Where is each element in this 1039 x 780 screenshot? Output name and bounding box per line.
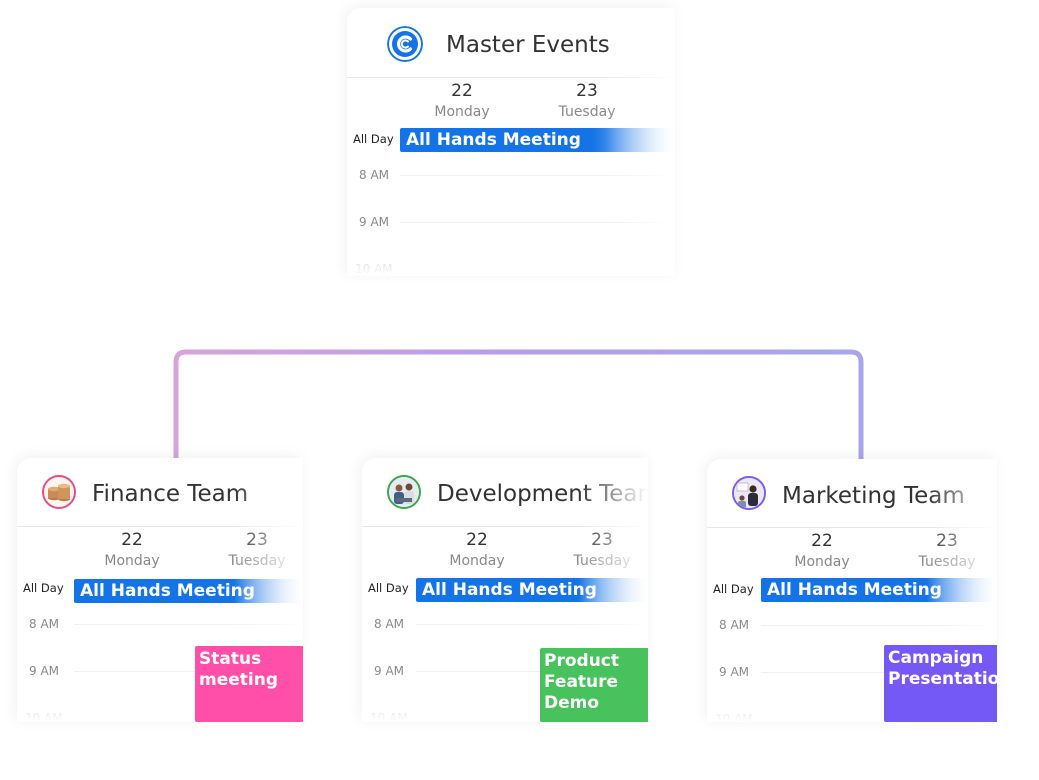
day-number: 23: [576, 81, 598, 101]
day-number: 22: [121, 530, 143, 550]
day-number: 23: [246, 530, 268, 550]
day-name: Tuesday: [558, 104, 616, 120]
all-day-event[interactable]: All Hands Meeting: [74, 579, 303, 603]
calendar-title: Finance Team: [92, 481, 249, 507]
calendar-title: Development Team: [437, 481, 648, 507]
day-name: Monday: [794, 554, 850, 570]
time-label: 10 AM: [25, 711, 63, 722]
status-meeting-event[interactable]: Status meeting: [195, 646, 303, 722]
calendar-header: Development Team: [362, 458, 648, 528]
calendar-header: Master Events: [347, 8, 675, 78]
coins-avatar-icon: [42, 475, 76, 509]
day-number: 22: [451, 81, 473, 101]
time-label: 8 AM: [374, 617, 405, 631]
all-day-label: All Day: [713, 582, 754, 596]
day-number: 22: [466, 530, 488, 550]
all-day-label: All Day: [353, 132, 394, 146]
time-label: 8 AM: [29, 617, 60, 631]
campaign-presentation-event[interactable]: Campaign Presentation: [884, 645, 997, 722]
product-feature-demo-event[interactable]: Product Feature Demo: [540, 648, 648, 722]
marketing-team-calendar: Marketing Team 22 Monday 23 Tuesday All …: [707, 459, 997, 722]
c-logo-icon: [387, 26, 423, 62]
team-photo-avatar-icon: [387, 475, 421, 509]
all-day-label: All Day: [23, 581, 64, 595]
all-day-event[interactable]: All Hands Meeting: [416, 578, 648, 602]
day-name: Monday: [434, 104, 490, 120]
presenter-avatar-icon: [732, 476, 766, 510]
day-name: Monday: [449, 553, 505, 569]
time-label: 9 AM: [359, 215, 390, 229]
time-label: 10 AM: [715, 712, 753, 722]
time-label: 9 AM: [374, 664, 405, 678]
master-calendar: Master Events 22 Monday 23 Tuesday All D…: [347, 8, 675, 276]
development-team-calendar: Development Team 22 Monday 23 Tuesday Al…: [362, 458, 648, 722]
time-label: 8 AM: [719, 618, 750, 632]
calendar-title: Master Events: [446, 32, 610, 58]
day-name: Monday: [104, 553, 160, 569]
day-name: Tuesday: [573, 553, 631, 569]
day-name: Tuesday: [228, 553, 286, 569]
finance-team-calendar: Finance Team 22 Monday 23 Tuesday All Da…: [17, 458, 303, 722]
all-day-label: All Day: [368, 581, 409, 595]
time-label: 9 AM: [29, 664, 60, 678]
time-label: 10 AM: [355, 262, 393, 276]
day-number: 23: [591, 530, 613, 550]
calendar-header: Marketing Team: [707, 459, 997, 529]
all-day-event[interactable]: All Hands Meeting: [761, 578, 997, 602]
time-label: 10 AM: [370, 711, 408, 722]
day-name: Tuesday: [918, 554, 976, 570]
all-day-event[interactable]: All Hands Meeting: [400, 128, 675, 152]
time-label: 8 AM: [359, 168, 390, 182]
calendar-header: Finance Team: [17, 458, 303, 528]
time-label: 9 AM: [719, 665, 750, 679]
day-number: 22: [811, 531, 833, 551]
day-number: 23: [936, 531, 958, 551]
calendar-title: Marketing Team: [782, 483, 965, 509]
